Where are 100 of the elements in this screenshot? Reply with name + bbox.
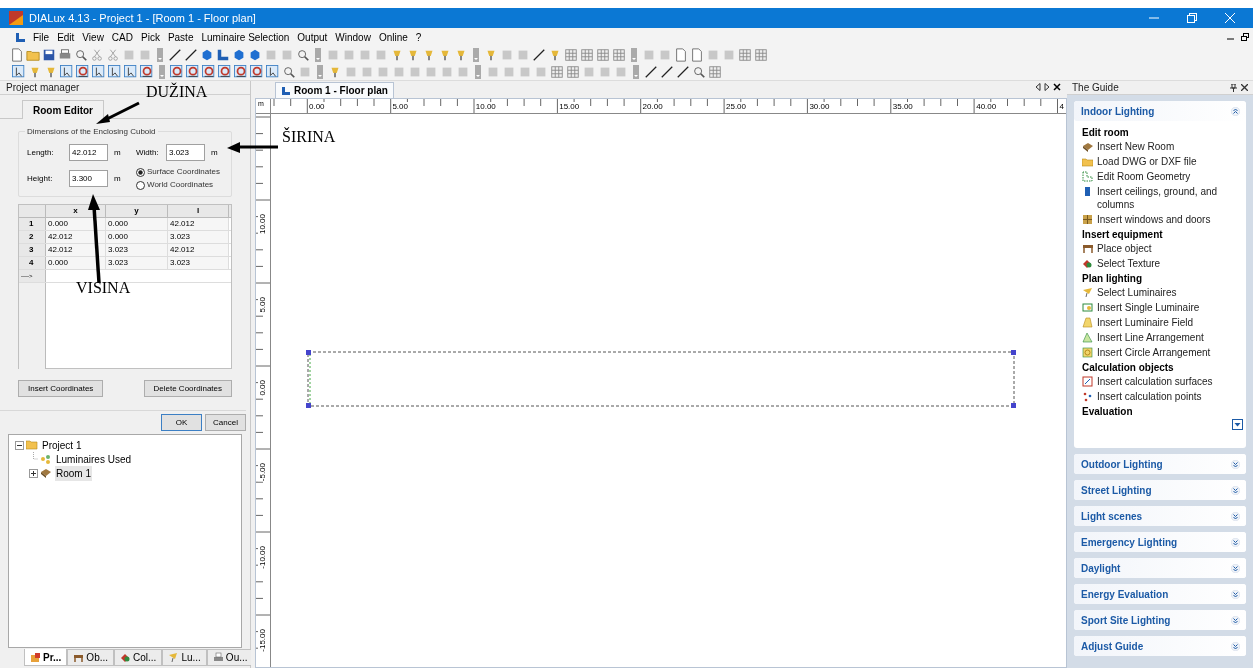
- table-cell[interactable]: 42.012: [46, 231, 106, 243]
- luminaire-tool-icon[interactable]: [76, 64, 90, 79]
- scroll-right-icon[interactable]: [1044, 83, 1050, 91]
- ok-button[interactable]: OK: [161, 414, 202, 431]
- grid-icon[interactable]: [708, 64, 722, 79]
- document-icon[interactable]: [690, 47, 704, 62]
- guide-link[interactable]: Insert Line Arrangement: [1097, 331, 1237, 344]
- table-cell[interactable]: 3.023: [168, 231, 229, 243]
- luminaire-tool-icon[interactable]: [218, 64, 232, 79]
- pin-icon[interactable]: [1230, 83, 1237, 92]
- grid-icon[interactable]: [754, 47, 768, 62]
- expand-chevron-icon[interactable]: [1231, 615, 1240, 625]
- menu-item[interactable]: Output: [294, 29, 331, 45]
- table-cell[interactable]: 0.000: [106, 218, 168, 230]
- toolbar-overflow-icon[interactable]: [317, 64, 323, 79]
- number-field[interactable]: 3.300: [69, 170, 108, 187]
- maximize-icon[interactable]: [1187, 13, 1197, 23]
- menu-item[interactable]: View: [79, 29, 107, 45]
- document-tab[interactable]: Room 1 - Floor plan: [275, 82, 394, 98]
- magnifier-icon[interactable]: [692, 64, 706, 79]
- printer-icon[interactable]: [58, 47, 72, 62]
- document-icon[interactable]: [10, 47, 24, 62]
- table-cell[interactable]: 3.023: [168, 257, 229, 269]
- section-header[interactable]: Daylight: [1074, 558, 1246, 578]
- table-cell[interactable]: 0.000: [46, 257, 106, 269]
- room-editor-tab[interactable]: Room Editor: [22, 100, 104, 119]
- menu-item[interactable]: Online: [375, 29, 411, 45]
- grid-icon[interactable]: [596, 47, 610, 62]
- radio-button[interactable]: [136, 180, 145, 190]
- radio-button[interactable]: [136, 167, 145, 177]
- select-arrow-icon[interactable]: [124, 64, 138, 79]
- guide-link[interactable]: Load DWG or DXF file: [1097, 155, 1237, 168]
- line-icon[interactable]: [168, 47, 182, 62]
- magnifier-icon[interactable]: [282, 64, 296, 79]
- guide-link[interactable]: Insert Circle Arrangement: [1097, 346, 1237, 359]
- toolbar-overflow-icon[interactable]: [633, 64, 639, 79]
- guide-link[interactable]: Place object: [1097, 242, 1237, 255]
- expand-chevron-icon[interactable]: [1231, 511, 1240, 521]
- luminaire-tool-icon[interactable]: [250, 64, 264, 79]
- section-header[interactable]: Emergency Lighting: [1074, 532, 1246, 552]
- guide-link[interactable]: Insert calculation surfaces: [1097, 375, 1237, 388]
- scroll-down-icon[interactable]: [1232, 419, 1243, 430]
- mdi-restore-icon[interactable]: [1241, 33, 1249, 41]
- menu-item[interactable]: File: [30, 29, 53, 45]
- guide-link[interactable]: Insert Single Luminaire: [1097, 301, 1237, 314]
- table-cell[interactable]: 0.000: [46, 218, 106, 230]
- collapse-icon[interactable]: [15, 440, 24, 450]
- guide-link[interactable]: Select Texture: [1097, 257, 1237, 270]
- grid-icon[interactable]: [580, 47, 594, 62]
- tree-item[interactable]: Room 1: [55, 465, 92, 481]
- menu-item[interactable]: CAD: [108, 29, 136, 45]
- section-header[interactable]: Adjust Guide: [1074, 636, 1246, 656]
- number-field[interactable]: 42.012: [69, 144, 108, 161]
- guide-link[interactable]: Select Luminaires: [1097, 286, 1237, 299]
- guide-link[interactable]: Insert Luminaire Field: [1097, 316, 1237, 329]
- luminaire-tool-icon[interactable]: [186, 64, 200, 79]
- expand-chevron-icon[interactable]: [1231, 485, 1240, 495]
- toolbar-overflow-icon[interactable]: [315, 47, 321, 62]
- select-arrow-icon[interactable]: [12, 64, 26, 79]
- select-arrow-icon[interactable]: [92, 64, 106, 79]
- grid-icon[interactable]: [738, 47, 752, 62]
- expand-chevron-icon[interactable]: [1231, 537, 1240, 547]
- toolbar-overflow-icon[interactable]: [475, 64, 481, 79]
- menu-item[interactable]: Luminaire Selection: [198, 29, 293, 45]
- grid-icon[interactable]: [564, 47, 578, 62]
- menu-item[interactable]: Window: [332, 29, 374, 45]
- panel-tab[interactable]: Pr...: [24, 649, 68, 666]
- collapse-chevron-icon[interactable]: [1231, 106, 1240, 116]
- luminaire-tool-icon[interactable]: [140, 64, 154, 79]
- menu-item[interactable]: ?: [412, 29, 425, 45]
- section-header[interactable]: Energy Evaluation: [1074, 584, 1246, 604]
- tree-item[interactable]: Project 1: [41, 437, 83, 453]
- tree-item[interactable]: Luminaires Used: [55, 451, 133, 467]
- section-header[interactable]: Indoor Lighting: [1074, 101, 1246, 121]
- line-icon[interactable]: [184, 47, 198, 62]
- panel-tab[interactable]: Ou...: [206, 649, 254, 666]
- room-icon[interactable]: [216, 47, 230, 62]
- scroll-left-icon[interactable]: [1035, 83, 1041, 91]
- panel-tab[interactable]: Lu...: [162, 649, 207, 666]
- magnifier-icon[interactable]: [74, 47, 88, 62]
- luminaire-tool-icon[interactable]: [170, 64, 184, 79]
- expand-chevron-icon[interactable]: [1231, 563, 1240, 573]
- toolbar-overflow-icon[interactable]: [473, 47, 479, 62]
- magnifier-icon[interactable]: [296, 47, 310, 62]
- expand-chevron-icon[interactable]: [1231, 589, 1240, 599]
- expand-chevron-icon[interactable]: [1231, 459, 1240, 469]
- close-icon[interactable]: [1241, 84, 1248, 91]
- menu-item[interactable]: Pick: [138, 29, 163, 45]
- line-icon[interactable]: [644, 64, 658, 79]
- panel-tab[interactable]: Ob...: [67, 649, 115, 666]
- line-icon[interactable]: [660, 64, 674, 79]
- table-cell[interactable]: 3.023: [106, 244, 168, 256]
- table-cell[interactable]: 42.012: [46, 244, 106, 256]
- guide-link[interactable]: Insert New Room: [1097, 140, 1237, 153]
- expand-icon[interactable]: [29, 468, 38, 478]
- select-arrow-icon[interactable]: [108, 64, 122, 79]
- guide-link[interactable]: Edit Room Geometry: [1097, 170, 1237, 183]
- document-icon[interactable]: [674, 47, 688, 62]
- coordinates-button[interactable]: Insert Coordinates: [18, 380, 104, 397]
- luminaire-tool-icon[interactable]: [234, 64, 248, 79]
